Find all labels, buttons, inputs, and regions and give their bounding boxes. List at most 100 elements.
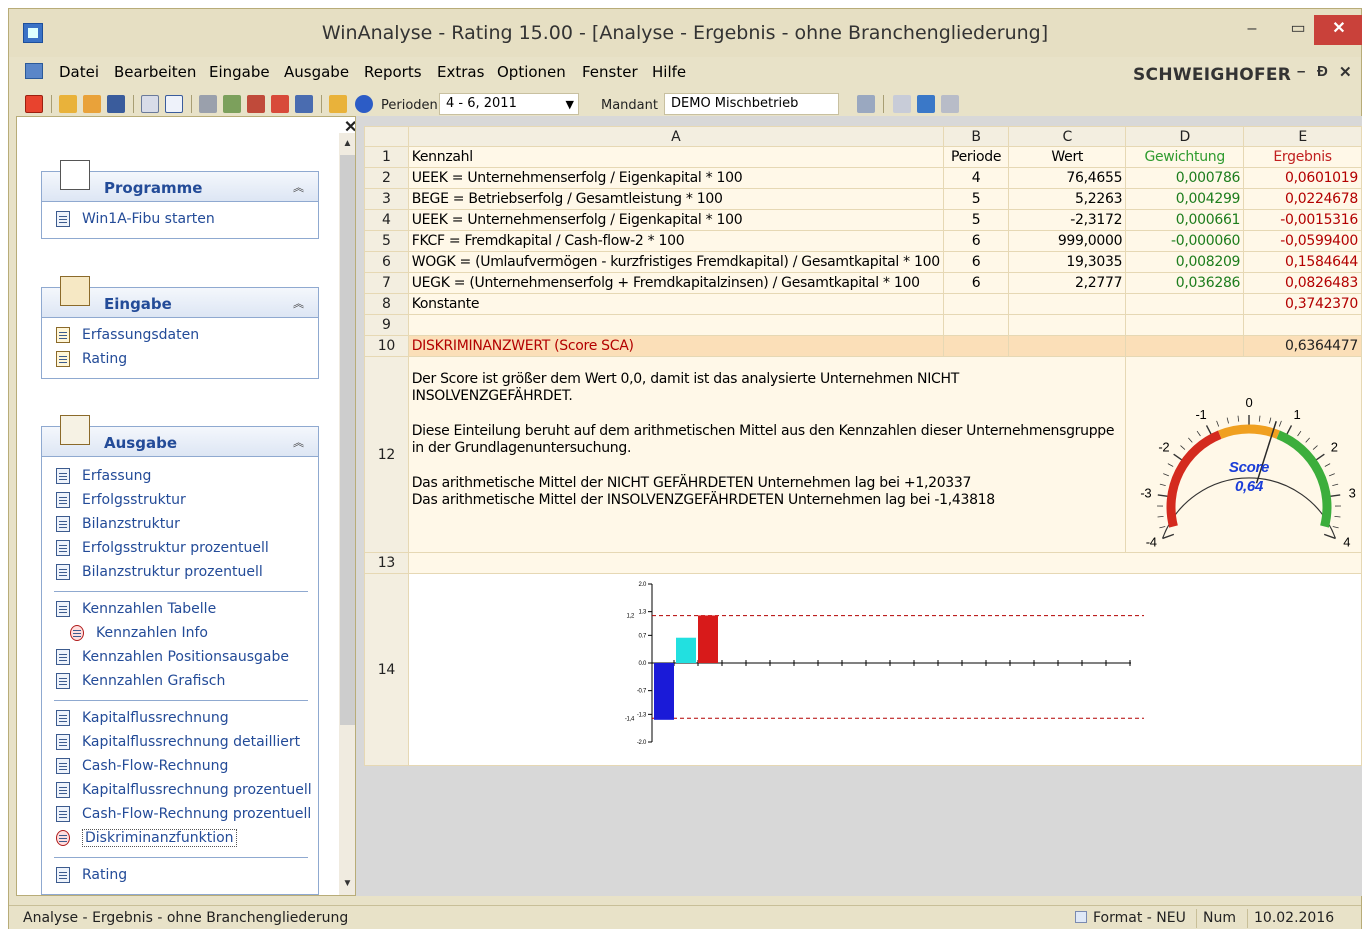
score-label[interactable]: DISKRIMINANZWERT (Score SCA) xyxy=(407,335,944,357)
cell-kennzahl[interactable]: UEEK = Unternehmenserfolg / Eigenkapital… xyxy=(407,167,944,189)
open-folder-icon[interactable] xyxy=(59,95,77,113)
cell-gewichtung[interactable]: 0,004299 xyxy=(1125,188,1245,210)
book-icon[interactable] xyxy=(917,95,935,113)
cell-wert[interactable] xyxy=(1008,293,1127,315)
cell-wert[interactable]: 5,2263 xyxy=(1008,188,1127,210)
menu-optionen[interactable]: Optionen xyxy=(497,63,566,81)
table-cell[interactable] xyxy=(1008,335,1127,357)
cell-gewichtung[interactable] xyxy=(1125,314,1245,336)
nav-erfassungsdaten[interactable]: Erfassungsdaten xyxy=(54,324,318,348)
table-cell[interactable] xyxy=(1125,335,1245,357)
cell-ergebnis[interactable]: 0,0224678 xyxy=(1243,188,1362,210)
group-ausgabe-header[interactable]: Ausgabe ︽ xyxy=(42,415,318,457)
folder-icon[interactable] xyxy=(83,95,101,113)
nav-cash-flow-rechnung-prozentuell[interactable]: Cash-Flow-Rechnung prozentuell xyxy=(54,803,318,827)
cell-kennzahl[interactable]: WOGK = (Umlaufvermögen - kurzfristiges F… xyxy=(407,251,944,273)
column-header-c[interactable]: C xyxy=(1008,126,1127,147)
group-eingabe-header[interactable]: Eingabe ︽ xyxy=(42,276,318,318)
document-icon[interactable] xyxy=(25,63,43,79)
collapse-icon[interactable]: ︽ xyxy=(293,434,304,450)
interpretation-text[interactable]: Der Score ist größer dem Wert 0,0, damit… xyxy=(407,356,1126,553)
header-wert[interactable]: Wert xyxy=(1008,146,1127,168)
cell-ergebnis[interactable]: -0,0599400 xyxy=(1243,230,1362,252)
nav-kapitalflussrechnung-detailliert[interactable]: Kapitalflussrechnung detailliert xyxy=(54,731,318,755)
panel-scrollbar[interactable]: ▲ ▼ xyxy=(339,133,355,895)
scroll-up-icon[interactable]: ▲ xyxy=(340,135,355,153)
cell-kennzahl[interactable]: FKCF = Fremdkapital / Cash-flow-2 * 100 xyxy=(407,230,944,252)
cell-kennzahl[interactable] xyxy=(407,314,944,336)
export-icon[interactable] xyxy=(247,95,265,113)
collapse-icon[interactable]: ︽ xyxy=(293,295,304,311)
edit-icon[interactable] xyxy=(165,95,183,113)
header-gewichtung[interactable]: Gewichtung xyxy=(1125,146,1245,168)
cell-wert[interactable]: -2,3172 xyxy=(1008,209,1127,231)
cell-periode[interactable]: 5 xyxy=(942,209,1010,231)
mdi-restore-button[interactable]: Ɖ xyxy=(1317,63,1328,80)
save-icon[interactable] xyxy=(107,95,125,113)
cell-ergebnis[interactable] xyxy=(1243,314,1362,336)
cell-periode[interactable]: 4 xyxy=(942,167,1010,189)
cell-ergebnis[interactable]: 0,0601019 xyxy=(1243,167,1362,189)
column-header-d[interactable]: D xyxy=(1125,126,1245,147)
header-periode[interactable]: Periode xyxy=(942,146,1010,168)
cell-kennzahl[interactable]: UEGK = (Unternehmenserfolg + Fremdkapita… xyxy=(407,272,944,294)
cell-ergebnis[interactable]: 0,0826483 xyxy=(1243,272,1362,294)
chart-icon[interactable] xyxy=(295,95,313,113)
column-header-e[interactable]: E xyxy=(1243,126,1362,147)
table-cell[interactable] xyxy=(942,335,1010,357)
column-header-a[interactable]: A xyxy=(407,126,944,147)
header-kennzahl[interactable]: Kennzahl xyxy=(407,146,944,168)
table-cell[interactable] xyxy=(407,552,1362,574)
grid-corner[interactable] xyxy=(364,126,409,147)
cell-wert[interactable]: 19,3035 xyxy=(1008,251,1127,273)
menu-datei[interactable]: Datei xyxy=(59,63,99,81)
cell-ergebnis[interactable]: -0,0015316 xyxy=(1243,209,1362,231)
client-icon[interactable] xyxy=(857,95,875,113)
menu-hilfe[interactable]: Hilfe xyxy=(652,63,686,81)
menu-reports[interactable]: Reports xyxy=(364,63,422,81)
nav-kennzahlen-tabelle[interactable]: Kennzahlen Tabelle xyxy=(54,598,318,622)
nav-cash-flow-rechnung[interactable]: Cash-Flow-Rechnung xyxy=(54,755,318,779)
menu-bearbeiten[interactable]: Bearbeiten xyxy=(114,63,196,81)
cell-ergebnis[interactable]: 0,3742370 xyxy=(1243,293,1362,315)
minimize-button[interactable]: – xyxy=(1229,15,1275,45)
scroll-down-icon[interactable]: ▼ xyxy=(340,875,355,893)
nav-kapitalflussrechnung-prozentuell[interactable]: Kapitalflussrechnung prozentuell xyxy=(54,779,318,803)
chevron-down-icon[interactable]: ▼ xyxy=(566,98,574,111)
pdf-icon[interactable] xyxy=(271,95,289,113)
menu-fenster[interactable]: Fenster xyxy=(582,63,638,81)
cell-periode[interactable]: 6 xyxy=(942,272,1010,294)
nav-erfolgsstruktur[interactable]: Erfolgsstruktur xyxy=(54,489,318,513)
cell-wert[interactable]: 999,0000 xyxy=(1008,230,1127,252)
cell-periode[interactable]: 6 xyxy=(942,230,1010,252)
menu-ausgabe[interactable]: Ausgabe xyxy=(284,63,349,81)
cell-gewichtung[interactable]: -0,000060 xyxy=(1125,230,1245,252)
nav-kapitalflussrechnung[interactable]: Kapitalflussrechnung xyxy=(54,707,318,731)
cell-kennzahl[interactable]: BEGE = Betriebserfolg / Gesamtleistung *… xyxy=(407,188,944,210)
settings-icon[interactable] xyxy=(329,95,347,113)
nav-bilanzstruktur-prozentuell[interactable]: Bilanzstruktur prozentuell xyxy=(54,561,318,585)
nav-kennzahlen-grafisch[interactable]: Kennzahlen Grafisch xyxy=(54,670,318,694)
tools-icon[interactable] xyxy=(941,95,959,113)
cell-gewichtung[interactable]: 0,036286 xyxy=(1125,272,1245,294)
score-value[interactable]: 0,6364477 xyxy=(1243,335,1362,357)
mdi-minimize-button[interactable]: – xyxy=(1297,63,1305,80)
help-icon[interactable] xyxy=(355,95,373,113)
cell-ergebnis[interactable]: 0,1584644 xyxy=(1243,251,1362,273)
mdi-close-button[interactable]: ✕ xyxy=(1339,63,1352,81)
mandant-field[interactable]: DEMO Mischbetrieb xyxy=(664,93,839,115)
column-header-b[interactable]: B xyxy=(942,126,1010,147)
nav-kennzahlen-positionsausgabe[interactable]: Kennzahlen Positionsausgabe xyxy=(54,646,318,670)
collapse-icon[interactable]: ︽ xyxy=(293,179,304,195)
menu-extras[interactable]: Extras xyxy=(437,63,484,81)
nav-bilanzstruktur[interactable]: Bilanzstruktur xyxy=(54,513,318,537)
cell-gewichtung[interactable]: 0,000786 xyxy=(1125,167,1245,189)
nav-kennzahlen-info[interactable]: Kennzahlen Info xyxy=(54,622,318,646)
cell-gewichtung[interactable] xyxy=(1125,293,1245,315)
cell-periode[interactable]: 5 xyxy=(942,188,1010,210)
nav-diskriminanzfunktion[interactable]: Diskriminanzfunktion xyxy=(54,827,318,851)
nav-erfassung[interactable]: Erfassung xyxy=(54,465,318,489)
nav-win1a-fibu[interactable]: Win1A-Fibu starten xyxy=(54,208,318,232)
group-programme-header[interactable]: Programme ︽ xyxy=(42,160,318,202)
nav-rating-input[interactable]: Rating xyxy=(54,348,318,372)
